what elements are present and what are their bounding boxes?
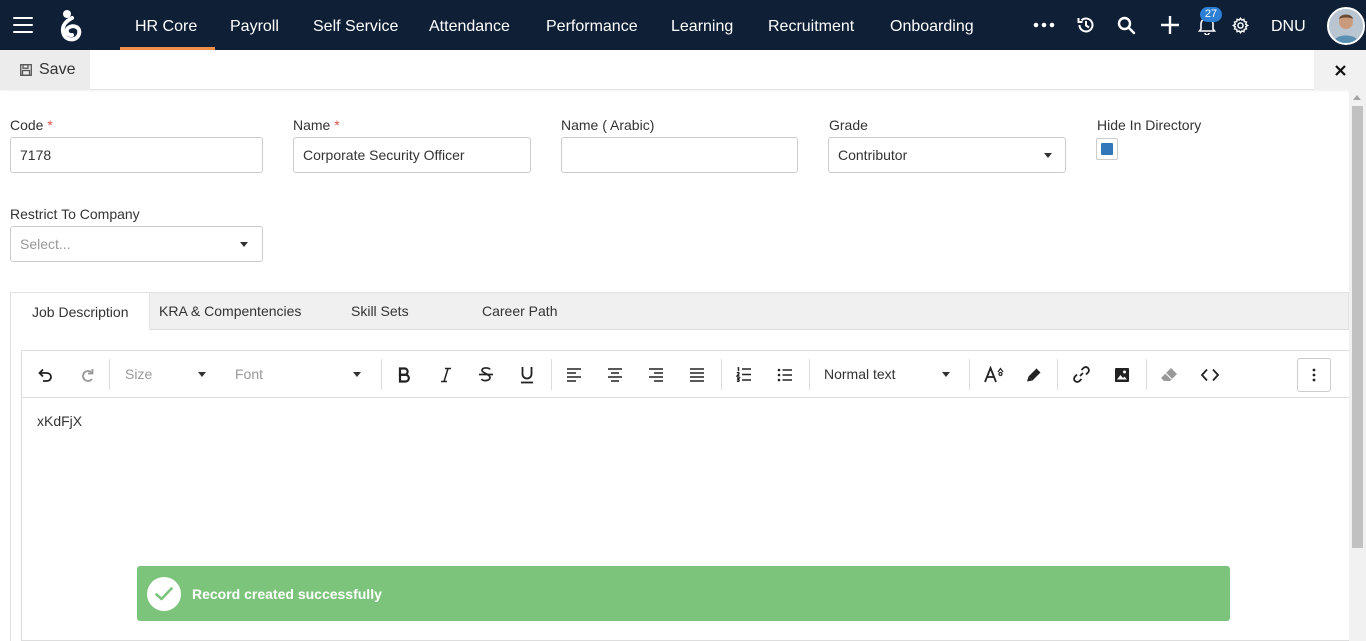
toolbar-separator xyxy=(109,359,110,390)
eraser-icon[interactable] xyxy=(1158,351,1180,398)
restrict-to-company-label: Restrict To Company xyxy=(10,206,140,222)
close-button[interactable] xyxy=(1314,50,1366,90)
tab-kra-compentencies[interactable]: KRA & Compentencies xyxy=(159,292,301,330)
scroll-up-arrow-icon[interactable] xyxy=(1353,95,1361,100)
save-icon xyxy=(20,64,32,76)
tab-job-description[interactable]: Job Description xyxy=(10,292,150,330)
nav-tab-performance[interactable]: Performance xyxy=(546,0,638,50)
font-family-chevron-down-icon[interactable] xyxy=(353,372,361,377)
toolbar-more-button[interactable] xyxy=(1297,358,1331,392)
tab-career-path[interactable]: Career Path xyxy=(482,292,557,330)
check-circle-icon xyxy=(147,577,181,611)
grade-chevron-down-icon[interactable] xyxy=(1044,153,1052,158)
link-icon[interactable] xyxy=(1070,351,1092,398)
align-right-icon[interactable] xyxy=(645,351,667,398)
nav-tab-self-service[interactable]: Self Service xyxy=(313,0,398,50)
vertical-scrollbar[interactable] xyxy=(1349,90,1366,641)
toolbar-separator xyxy=(1057,359,1058,390)
bold-icon[interactable] xyxy=(393,351,415,398)
toolbar-separator xyxy=(969,359,970,390)
restrict-to-company-placeholder: Select... xyxy=(20,236,71,252)
align-justify-icon[interactable] xyxy=(686,351,708,398)
gear-icon[interactable] xyxy=(1229,0,1251,50)
action-bar: Save xyxy=(0,50,1366,90)
name-arabic-input[interactable] xyxy=(561,137,798,173)
user-initials[interactable]: DNU xyxy=(1271,0,1306,50)
grade-select[interactable]: Contributor xyxy=(828,137,1066,173)
app-logo[interactable] xyxy=(56,8,86,44)
font-size-placeholder: Size xyxy=(125,366,153,382)
underline-icon[interactable] xyxy=(516,351,538,398)
detail-tabs: Job Description KRA & Compentencies Skil… xyxy=(10,292,1349,330)
grade-selected-value: Contributor xyxy=(838,147,908,163)
more-icon[interactable] xyxy=(1030,0,1058,50)
toolbar-separator xyxy=(381,359,382,390)
code-input[interactable]: 7178 xyxy=(10,137,263,173)
align-center-icon[interactable] xyxy=(604,351,626,398)
hide-in-directory-checkbox[interactable] xyxy=(1096,138,1118,160)
font-size-chevron-down-icon[interactable] xyxy=(198,372,206,377)
toolbar-separator xyxy=(1146,359,1147,390)
name-arabic-label: Name ( Arabic) xyxy=(561,117,655,133)
search-icon[interactable] xyxy=(1114,0,1138,50)
editor-content[interactable]: xKdFjX xyxy=(37,413,82,429)
nav-tab-learning[interactable]: Learning xyxy=(671,0,733,50)
image-icon[interactable] xyxy=(1111,351,1133,398)
more-vertical-icon xyxy=(1312,368,1316,382)
font-family-placeholder: Font xyxy=(235,366,264,382)
paragraph-style-chevron-down-icon[interactable] xyxy=(942,372,950,377)
top-nav-bar: HR Core Payroll Self Service Attendance … xyxy=(0,0,1366,50)
scrollbar-thumb[interactable] xyxy=(1352,106,1363,548)
checkbox-checked-indicator xyxy=(1101,143,1113,155)
nav-tab-payroll[interactable]: Payroll xyxy=(230,0,279,50)
hamburger-menu-icon[interactable] xyxy=(13,17,33,33)
strikethrough-icon[interactable] xyxy=(475,351,497,398)
unordered-list-icon[interactable] xyxy=(774,351,796,398)
add-icon[interactable] xyxy=(1157,0,1183,50)
company-chevron-down-icon[interactable] xyxy=(240,242,248,247)
name-label: Name * xyxy=(293,117,340,133)
nav-tab-onboarding[interactable]: Onboarding xyxy=(890,0,974,50)
ordered-list-icon[interactable] xyxy=(733,351,755,398)
toolbar-separator xyxy=(721,359,722,390)
close-icon xyxy=(1334,64,1346,76)
toast-message: Record created successfully xyxy=(192,586,382,602)
nav-tab-attendance[interactable]: Attendance xyxy=(429,0,510,50)
toolbar-separator xyxy=(809,359,810,390)
undo-icon[interactable] xyxy=(34,351,56,398)
nav-tab-recruitment[interactable]: Recruitment xyxy=(768,0,854,50)
nav-tab-hr-core[interactable]: HR Core xyxy=(119,0,216,50)
notification-count-badge: 27 xyxy=(1200,7,1222,22)
grade-label: Grade xyxy=(829,117,868,133)
tab-skill-sets[interactable]: Skill Sets xyxy=(351,292,409,330)
paragraph-style-value: Normal text xyxy=(824,366,896,382)
toolbar-separator xyxy=(551,359,552,390)
code-icon[interactable] xyxy=(1199,351,1221,398)
hide-in-directory-label: Hide In Directory xyxy=(1097,117,1202,133)
editor-toolbar: Size Font Normal text xyxy=(22,351,1350,398)
save-button-label: Save xyxy=(39,61,76,78)
success-toast[interactable]: Record created successfully xyxy=(137,566,1230,621)
italic-icon[interactable] xyxy=(435,351,457,398)
font-color-icon[interactable] xyxy=(982,351,1006,398)
history-icon[interactable] xyxy=(1074,0,1098,50)
code-label: Code * xyxy=(10,117,53,133)
align-left-icon[interactable] xyxy=(563,351,585,398)
highlight-icon[interactable] xyxy=(1023,351,1045,398)
name-input[interactable]: Corporate Security Officer xyxy=(293,137,531,173)
redo-icon[interactable] xyxy=(76,351,98,398)
avatar[interactable] xyxy=(1327,7,1365,45)
restrict-to-company-select[interactable]: Select... xyxy=(10,226,263,262)
save-button[interactable]: Save xyxy=(0,50,90,90)
